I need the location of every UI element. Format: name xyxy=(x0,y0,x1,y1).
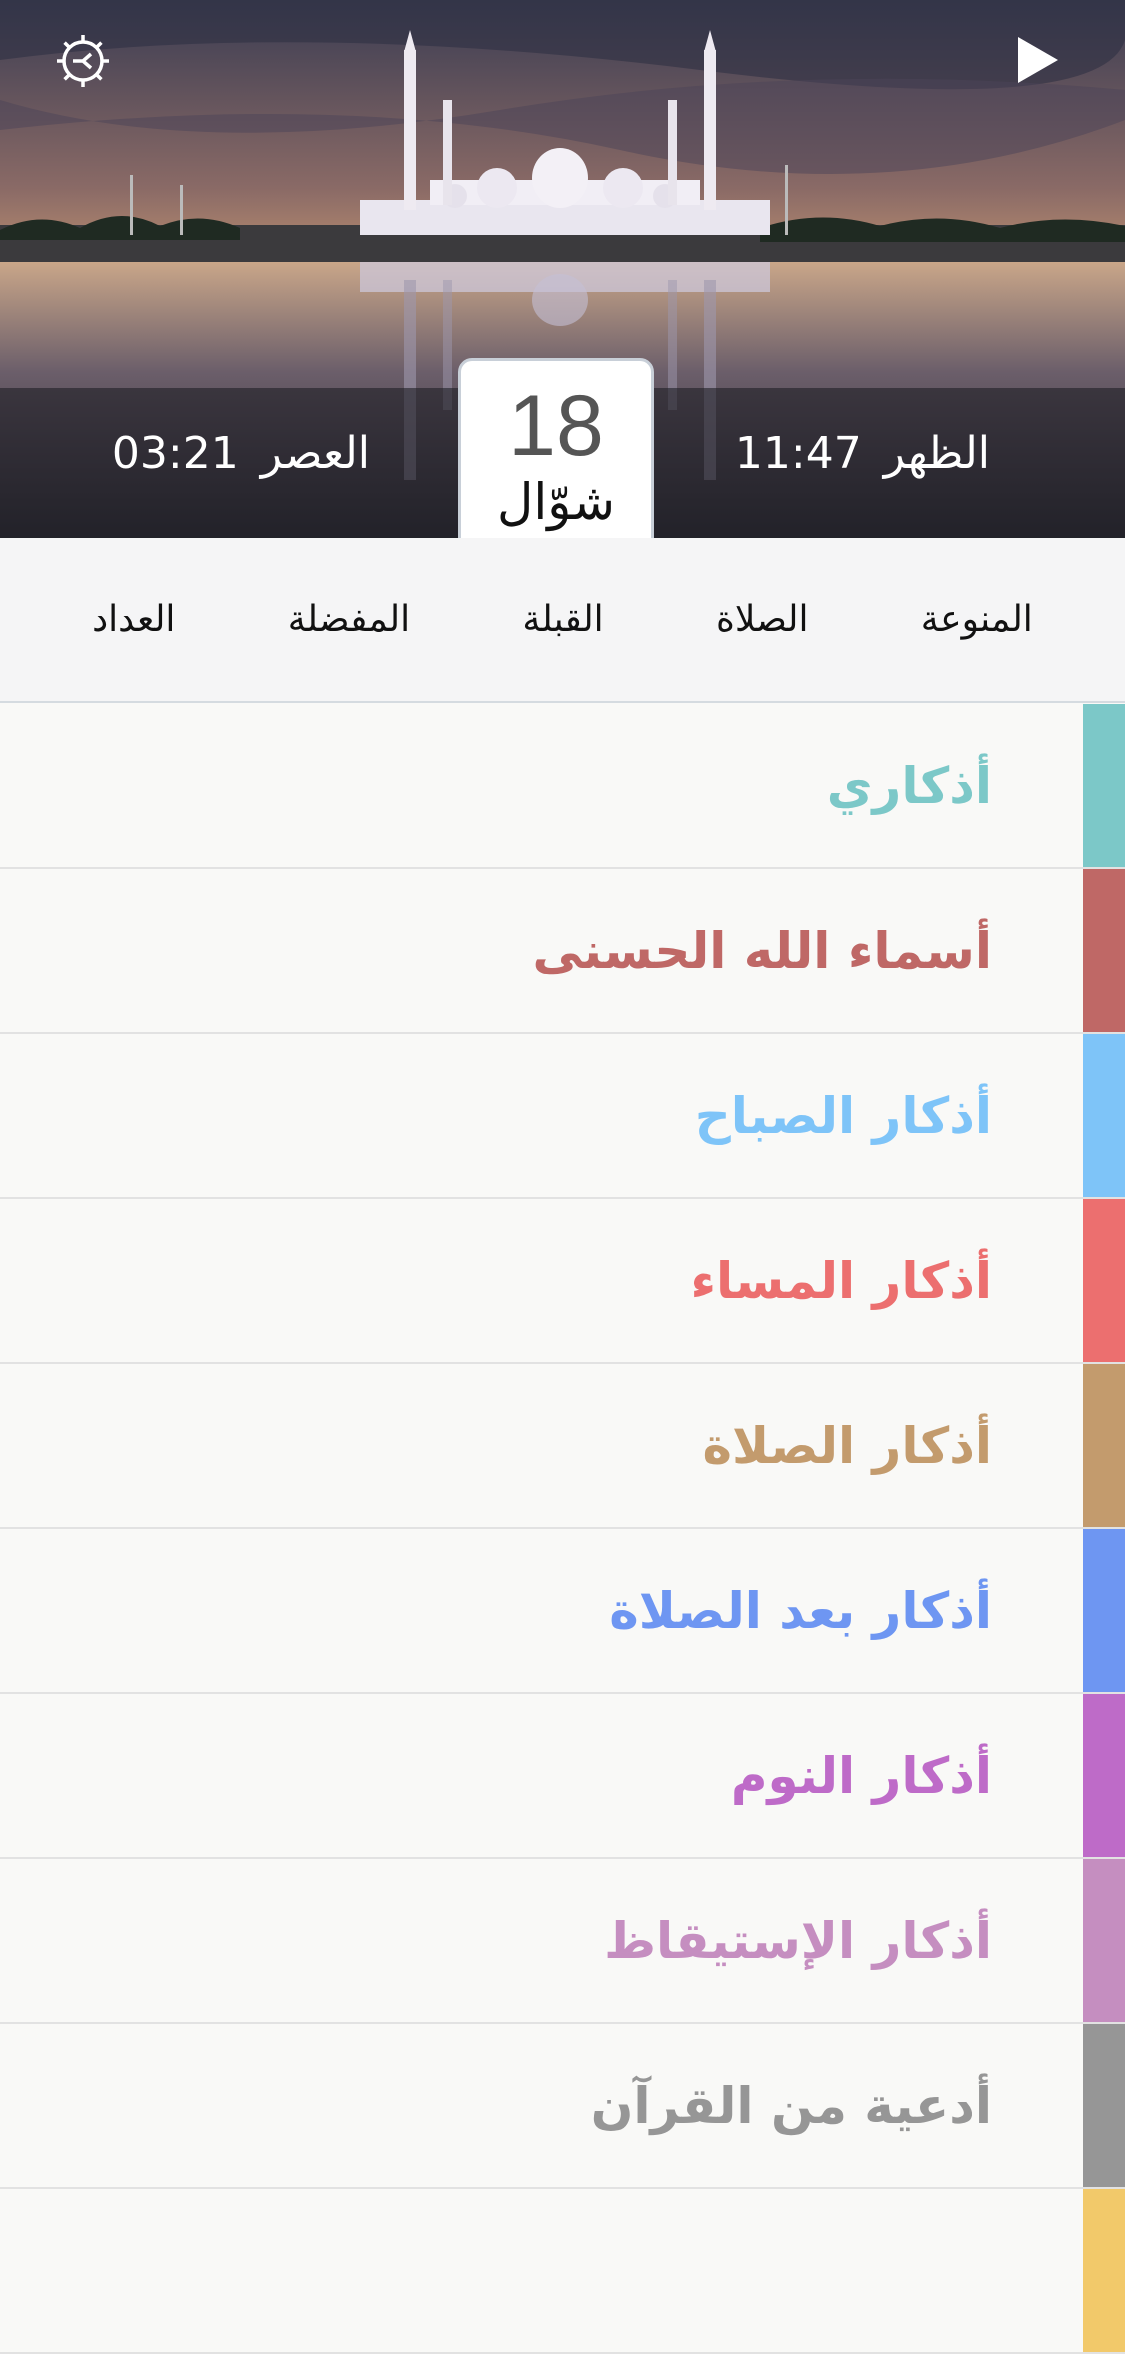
list-item[interactable]: أذكار الصباح xyxy=(0,1034,1125,1199)
list-item-label: أذكار الصباح xyxy=(694,1086,992,1145)
color-indicator xyxy=(1083,704,1125,867)
list-item-label: أذكار بعد الصلاة xyxy=(609,1581,992,1640)
list-item[interactable]: أذكار الصلاة xyxy=(0,1364,1125,1529)
adhkar-list: أذكاري أسماء الله الحسنى أذكار الصباح أذ… xyxy=(0,704,1125,2354)
list-item-label: أذكار المساء xyxy=(690,1251,993,1310)
tab-misc[interactable]: المنوعة xyxy=(913,589,1041,650)
color-indicator xyxy=(1083,1364,1125,1527)
header-banner: الظهر 11:47 العصر 03:21 18 شوّال xyxy=(0,0,1125,538)
list-item-label: أذكار الصلاة xyxy=(702,1416,992,1475)
list-item[interactable]: أذكار النوم xyxy=(0,1694,1125,1859)
color-indicator xyxy=(1083,1199,1125,1362)
list-item-label: أذكاري xyxy=(826,756,992,815)
prayer-time-dhuhr: الظهر 11:47 xyxy=(735,428,990,479)
category-tabs: المنوعة الصلاة القبلة المفضلة العداد xyxy=(0,538,1125,703)
prayer-time-asr: العصر 03:21 xyxy=(112,428,370,479)
list-item[interactable]: أذكار بعد الصلاة xyxy=(0,1529,1125,1694)
color-indicator xyxy=(1083,2024,1125,2187)
list-item[interactable]: أذكار الإستيقاظ xyxy=(0,1859,1125,2024)
tab-prayer[interactable]: الصلاة xyxy=(708,589,817,650)
color-indicator xyxy=(1083,1859,1125,2022)
color-indicator xyxy=(1083,2189,1125,2352)
list-item[interactable]: أذكاري xyxy=(0,704,1125,869)
settings-gear-icon[interactable] xyxy=(40,18,126,104)
hijri-day: 18 xyxy=(508,378,604,474)
play-icon[interactable] xyxy=(1000,22,1076,98)
prayer-name: الظهر xyxy=(883,428,990,479)
tab-qibla[interactable]: القبلة xyxy=(514,589,611,650)
list-item-label: أذكار الإستيقاظ xyxy=(604,1911,992,1970)
hijri-date-card: 18 شوّال xyxy=(458,358,654,538)
list-item[interactable] xyxy=(0,2189,1125,2354)
list-item-label: أذكار النوم xyxy=(730,1746,992,1805)
list-item-label: أدعية من القرآن xyxy=(590,2076,992,2135)
color-indicator xyxy=(1083,869,1125,1032)
list-item[interactable]: أدعية من القرآن xyxy=(0,2024,1125,2189)
hijri-month: شوّال xyxy=(497,473,615,531)
color-indicator xyxy=(1083,1529,1125,1692)
list-item-label: أسماء الله الحسنى xyxy=(532,921,992,980)
list-item[interactable]: أذكار المساء xyxy=(0,1199,1125,1364)
color-indicator xyxy=(1083,1034,1125,1197)
prayer-name: العصر xyxy=(260,428,370,479)
prayer-time: 11:47 xyxy=(734,428,862,479)
list-item[interactable]: أسماء الله الحسنى xyxy=(0,869,1125,1034)
tab-favorites[interactable]: المفضلة xyxy=(280,589,418,650)
prayer-time: 03:21 xyxy=(111,428,239,479)
tab-counter[interactable]: العداد xyxy=(84,589,183,650)
color-indicator xyxy=(1083,1694,1125,1857)
